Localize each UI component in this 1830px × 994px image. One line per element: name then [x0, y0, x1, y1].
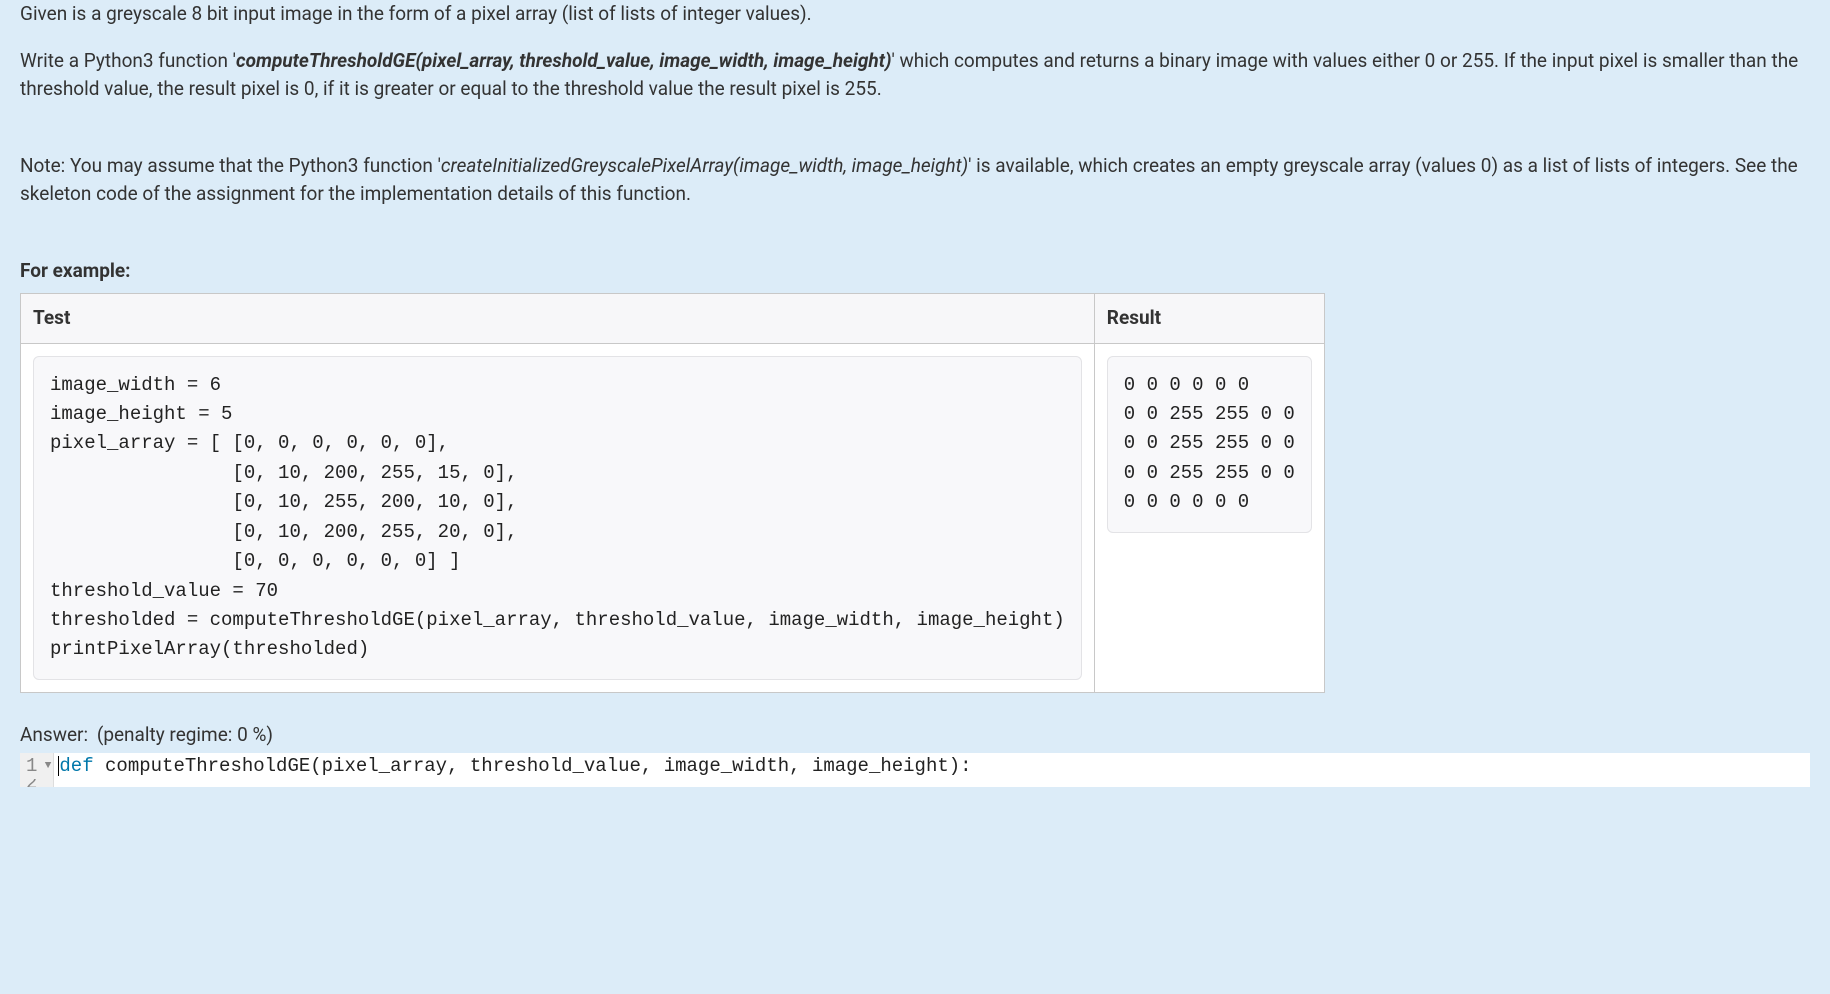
- result-cell: 0 0 0 0 0 0 0 0 255 255 0 0 0 0 255 255 …: [1094, 343, 1324, 692]
- table-header-test: Test: [21, 294, 1095, 344]
- problem-paragraph-3: Note: You may assume that the Python3 fu…: [20, 152, 1810, 209]
- fold-toggle-icon[interactable]: ▼: [41, 759, 51, 774]
- example-label: For example:: [20, 257, 1810, 286]
- function-signature-threshold: computeThresholdGE(pixel_array, threshol…: [236, 49, 891, 72]
- penalty-regime: (penalty regime: 0 %): [97, 723, 273, 746]
- answer-label: Answer:: [20, 723, 88, 746]
- function-def-rest: computeThresholdGE(pixel_array, threshol…: [94, 754, 972, 780]
- result-output-block: 0 0 0 0 0 0 0 0 255 255 0 0 0 0 255 255 …: [1107, 356, 1312, 533]
- problem-description: Given is a greyscale 8 bit input image i…: [20, 0, 1810, 209]
- code-line-2[interactable]: [58, 779, 1806, 787]
- gutter-row-1: 1 ▼: [20, 753, 53, 779]
- problem-paragraph-1: Given is a greyscale 8 bit input image i…: [20, 0, 1810, 29]
- function-signature-helper: createInitializedGreyscalePixelArray(ima…: [441, 154, 968, 177]
- answer-header: Answer: (penalty regime: 0 %): [20, 721, 1810, 750]
- example-table: Test Result image_width = 6 image_height…: [20, 293, 1325, 693]
- problem-paragraph-2: Write a Python3 function 'computeThresho…: [20, 47, 1810, 104]
- test-cell: image_width = 6 image_height = 5 pixel_a…: [21, 343, 1095, 692]
- keyword-def: def: [59, 754, 93, 780]
- code-area[interactable]: def computeThresholdGE(pixel_array, thre…: [54, 753, 1810, 787]
- para3-prefix: Note: You may assume that the Python3 fu…: [20, 154, 441, 177]
- para2-prefix: Write a Python3 function ': [20, 49, 236, 72]
- line-number-1: 1: [26, 754, 37, 780]
- gutter-row-2: 2: [20, 779, 53, 787]
- table-row: image_width = 6 image_height = 5 pixel_a…: [21, 343, 1325, 692]
- code-line-1[interactable]: def computeThresholdGE(pixel_array, thre…: [58, 753, 1806, 779]
- table-header-result: Result: [1094, 294, 1324, 344]
- editor-gutter: 1 ▼ 2: [20, 753, 54, 787]
- test-code-block: image_width = 6 image_height = 5 pixel_a…: [33, 356, 1082, 680]
- line-number-2: 2: [26, 779, 37, 787]
- code-editor[interactable]: 1 ▼ 2 def computeThresholdGE(pixel_array…: [20, 753, 1810, 787]
